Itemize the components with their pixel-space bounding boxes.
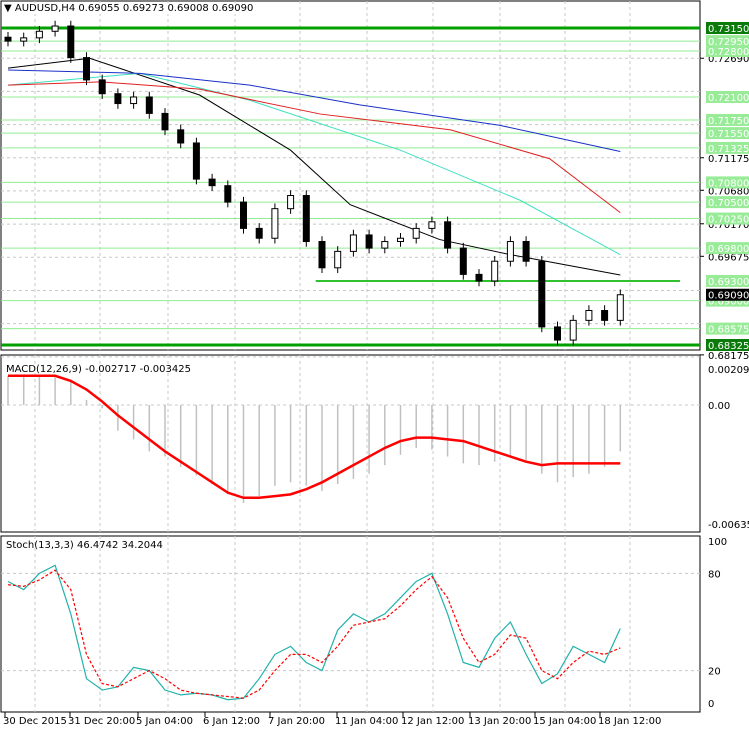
bear-candle <box>177 129 185 144</box>
y-tick-label: 0.71175 <box>708 154 749 165</box>
bear-candle <box>145 96 153 114</box>
level-label: 0.72100 <box>708 93 749 104</box>
x-tick-label: 30 Dec 2015 <box>3 716 67 727</box>
level-label: 0.72800 <box>708 47 749 58</box>
bear-candle <box>255 227 263 239</box>
bear-candle <box>83 57 90 81</box>
collapse-triangle-icon[interactable]: ▼ <box>4 3 12 14</box>
bear-candle <box>98 79 106 95</box>
stoch-panel-frame <box>0 535 701 713</box>
bull-candle <box>491 260 499 282</box>
chart-header: ▼ AUDUSD,H4 0.69055 0.69273 0.69008 0.69… <box>4 3 256 14</box>
bull-candle <box>35 30 43 39</box>
level-label: 0.70250 <box>708 215 749 226</box>
bull-candle <box>381 241 389 249</box>
macd-title: MACD(12,26,9) -0.002717 -0.003425 <box>6 364 191 375</box>
x-tick-label: 15 Jan 04:00 <box>533 716 596 727</box>
level-label: 0.71750 <box>708 116 749 127</box>
macd-tick-label: 0.00 <box>708 401 730 412</box>
bull-candle <box>287 195 295 210</box>
stoch-tick-label: 0 <box>708 699 714 710</box>
level-label: 0.68575 <box>708 325 749 336</box>
stoch-tick-label: 100 <box>708 537 727 548</box>
y-tick-label: 0.68175 <box>708 351 749 362</box>
macd-tick-label: -0.00635 <box>708 520 749 531</box>
bull-candle <box>20 37 28 42</box>
bull-candle <box>349 234 357 252</box>
symbol-title: AUDUSD,H4 <box>14 3 76 14</box>
bull-candle <box>585 310 593 321</box>
x-tick-label: 13 Jan 20:00 <box>468 716 531 727</box>
bull-candle <box>506 241 514 262</box>
bear-candle <box>459 247 467 275</box>
stoch-tick-label: 20 <box>708 667 721 678</box>
bear-candle <box>318 241 326 269</box>
x-tick-label: 18 Jan 12:00 <box>598 716 661 727</box>
bear-candle <box>522 241 530 262</box>
bear-candle <box>538 260 546 328</box>
macd-panel-frame <box>0 354 701 533</box>
stoch-tick-label: 80 <box>708 569 721 580</box>
x-tick-label: 6 Jan 12:00 <box>203 716 260 727</box>
ohlc-values: 0.69055 0.69273 0.69008 0.69090 <box>78 3 254 14</box>
bear-candle <box>365 234 373 249</box>
bear-candle <box>161 112 169 131</box>
main-panel-frame <box>0 0 701 351</box>
bear-candle <box>4 36 12 42</box>
bear-candle <box>224 185 232 203</box>
bull-candle <box>569 319 577 341</box>
level-label: 0.70800 <box>708 178 749 189</box>
x-tick-label: 5 Jan 04:00 <box>136 716 193 727</box>
bull-candle <box>397 237 404 243</box>
level-label: 0.68325 <box>708 341 749 352</box>
bear-candle <box>554 326 561 341</box>
bear-candle <box>208 178 216 187</box>
level-label: 0.71325 <box>708 144 749 155</box>
bull-candle <box>412 227 420 239</box>
stoch-title: Stoch(13,3,3) 46.4742 34.2044 <box>6 540 163 551</box>
current-price-label: 0.69090 <box>708 291 749 302</box>
x-tick-label: 11 Jan 04:00 <box>335 716 398 727</box>
macd-tick-label: 0.002095 <box>708 365 749 376</box>
bear-candle <box>67 25 75 59</box>
bear-candle <box>114 93 122 105</box>
x-tick-label: 12 Jan 12:00 <box>401 716 464 727</box>
bear-candle <box>240 201 247 229</box>
bull-candle <box>428 221 436 229</box>
bull-candle <box>51 25 59 32</box>
bear-candle <box>192 142 200 180</box>
bear-candle <box>475 273 483 282</box>
bull-candle <box>616 294 624 321</box>
level-label: 0.71550 <box>708 129 749 140</box>
bull-candle <box>130 96 138 105</box>
bull-candle <box>271 208 279 239</box>
bear-candle <box>302 195 310 243</box>
macd-signal-line <box>8 374 621 500</box>
x-tick-label: 31 Dec 20:00 <box>68 716 135 727</box>
level-label: 0.69800 <box>708 244 749 255</box>
level-label: 0.69300 <box>708 277 749 288</box>
bull-candle <box>334 250 342 269</box>
bear-candle <box>444 221 452 249</box>
x-tick-label: 7 Jan 20:00 <box>268 716 325 727</box>
level-label: 0.73150 <box>708 24 749 35</box>
level-label: 0.70500 <box>708 198 749 209</box>
chart-window: 30 Dec 2015 31 Dec 20:00 5 Jan 04:00 6 Jan … <box>0 0 749 731</box>
bear-candle <box>601 310 609 321</box>
